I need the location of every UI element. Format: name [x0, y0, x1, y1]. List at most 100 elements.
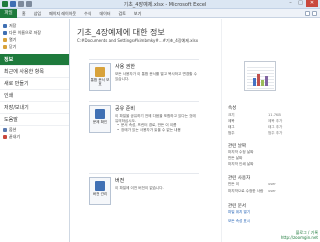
tab-insert[interactable]: 삽입	[34, 9, 41, 18]
sidebar-item-new[interactable]: 새로 만들기	[0, 78, 69, 90]
related-docs-heading: 관련 문서	[228, 204, 246, 209]
section-text: 이 파일에 이전 버전이 없습니다.	[115, 186, 164, 190]
versions-section: 버전 관리 버전 이 파일에 이전 버전이 없습니다.	[89, 173, 199, 209]
redo-icon[interactable]	[26, 1, 32, 7]
property-key: 만든 날짜	[228, 156, 243, 160]
tab-formulas[interactable]: 수식	[84, 9, 91, 18]
close-button[interactable]: ✕	[306, 0, 318, 7]
sidebar-item-help[interactable]: 도움말	[0, 114, 69, 126]
file-path: C:#Documents and Settings#kimbmky#...#기초…	[77, 38, 199, 43]
property-key: 마지막으로 수정한 사람	[228, 189, 264, 193]
property-row: 제목 제목 추가	[228, 119, 320, 124]
open-file-location-link[interactable]: 파일 위치 열기	[228, 210, 250, 215]
property-key: 크기	[228, 113, 235, 117]
sidebar-item-open[interactable]: 열기	[0, 36, 69, 43]
sidebar-item-close[interactable]: 닫기	[0, 43, 69, 50]
minimize-button[interactable]: –	[286, 0, 295, 7]
property-value: user	[268, 189, 276, 193]
folder-icon	[3, 37, 7, 42]
sidebar-item-save-send[interactable]: 저장/보내기	[0, 102, 69, 114]
property-value: user	[268, 182, 276, 186]
thumbnail-chart-bar	[253, 78, 256, 86]
sidebar-item-print[interactable]: 인쇄	[0, 90, 69, 102]
section-heading: 버전	[115, 178, 125, 184]
sidebar-item-save[interactable]: 저장	[0, 22, 69, 29]
property-row: 마지막으로 수정한 사람 user	[228, 189, 320, 194]
check-issues-button[interactable]: 문제 확인	[89, 105, 111, 133]
save-icon[interactable]	[10, 1, 16, 7]
property-row: 마지막 인쇄 날짜	[228, 162, 320, 167]
property-key: 제목	[228, 119, 235, 123]
watermark: 블로그 / 기록 http://zoomgin.net	[281, 230, 318, 240]
related-dates-heading: 관련 날짜	[228, 144, 246, 149]
sidebar-item-label: 옵션	[9, 126, 17, 132]
versions-icon	[95, 181, 105, 191]
properties-pane: 속성 크기 11.7KB 제목 제목 추가 태그 태그 추가 범주 범주 추가 …	[221, 19, 320, 242]
property-row: 만든 이 user	[228, 182, 320, 187]
ribbon-tab-row: 파일 홈 삽입 페이지 레이아웃 수식 데이터 검토 보기	[0, 9, 320, 18]
ribbon-right-controls	[305, 11, 317, 16]
sidebar-item-label: 열기	[9, 36, 17, 42]
undo-icon[interactable]	[18, 1, 24, 7]
property-value[interactable]: 태그 추가	[268, 125, 282, 130]
tab-page-layout[interactable]: 페이지 레이아웃	[49, 9, 76, 18]
property-value[interactable]: 범주 추가	[268, 131, 282, 136]
tab-file[interactable]: 파일	[0, 9, 17, 18]
tab-view[interactable]: 보기	[134, 9, 141, 18]
property-key: 마지막 인쇄 날짜	[228, 162, 254, 166]
button-label: 문제 확인	[92, 120, 108, 124]
quick-access-toolbar	[2, 1, 32, 7]
tab-home[interactable]: 홈	[22, 9, 26, 18]
sidebar-item-exit[interactable]: 끝내기	[0, 133, 69, 140]
property-row: 크기 11.7KB	[228, 113, 320, 118]
prepare-sharing-section: 문제 확인 공유 준비 이 파일을 공유하기 전에 다음을 포함하고 있다는 것…	[89, 101, 199, 159]
info-panel: 기초_4장예제에 대한 정보 C:#Documents and Settings…	[71, 19, 320, 242]
property-key: 만든 이	[228, 182, 240, 186]
section-heading: 사용 권한	[115, 64, 135, 70]
property-key: 태그	[228, 125, 235, 129]
page-title: 기초_4장예제에 대한 정보	[77, 28, 165, 37]
manage-versions-button[interactable]: 버전 관리	[89, 177, 111, 205]
section-text: 이 파일을 공유하기 전에 다음을 포함하고 있다는 것에 유의하십시오.	[115, 114, 196, 123]
property-value: 11.7KB	[268, 113, 281, 117]
sidebar-item-label: 끝내기	[9, 133, 21, 139]
property-row: 태그 태그 추가	[228, 125, 320, 130]
thumbnail-chart-bar	[261, 80, 264, 86]
options-icon	[3, 127, 7, 132]
ribbon-minimize-icon[interactable]	[312, 11, 317, 16]
show-all-properties-link[interactable]: 모든 속성 표시	[228, 219, 250, 224]
sidebar-item-options[interactable]: 옵션	[0, 126, 69, 133]
excel-app-icon[interactable]	[2, 1, 8, 7]
button-label: 통합 문서 보호	[90, 78, 110, 86]
lock-icon	[95, 67, 105, 77]
thumbnail-chart-bar	[265, 76, 268, 86]
sidebar-item-info[interactable]: 정보	[0, 54, 69, 66]
tab-review[interactable]: 검토	[119, 9, 126, 18]
property-row: 마지막 수정 날짜	[228, 150, 320, 155]
list-item: 장애가 있는 사용자가 읽을 수 없는 내용	[115, 128, 199, 133]
section-heading: 공유 준비	[115, 106, 135, 112]
help-icon[interactable]	[305, 11, 310, 16]
save-as-icon	[3, 30, 7, 35]
related-people-heading: 관련 사용자	[228, 176, 251, 181]
document-thumbnail	[244, 61, 276, 91]
property-row: 만든 날짜	[228, 156, 320, 161]
maximize-button[interactable]: □	[296, 0, 305, 7]
properties-heading[interactable]: 속성	[228, 105, 236, 111]
section-text: 모든 사용자가 이 통합 문서를 열고 복사하고 변경할 수 있습니다.	[115, 72, 197, 81]
exit-icon	[3, 134, 7, 139]
protect-workbook-button[interactable]: 통합 문서 보호	[89, 63, 111, 91]
title-bar: 기초_4장예제.xlsx - Microsoft Excel – □ ✕	[0, 0, 320, 9]
watermark-url: http://zoomgin.net	[280, 235, 318, 240]
property-key: 마지막 수정 날짜	[228, 150, 254, 154]
tab-data[interactable]: 데이터	[99, 9, 110, 18]
sidebar-item-label: 다른 이름으로 저장	[9, 29, 41, 35]
property-value[interactable]: 제목 추가	[268, 119, 282, 124]
window-title: 기초_4장예제.xlsx - Microsoft Excel	[123, 2, 207, 8]
sidebar-item-save-as[interactable]: 다른 이름으로 저장	[0, 29, 69, 36]
property-row: 범주 범주 추가	[228, 131, 320, 136]
sidebar-item-recent[interactable]: 최근에 사용한 항목	[0, 66, 69, 78]
ribbon-tabs: 홈 삽입 페이지 레이아웃 수식 데이터 검토 보기	[22, 9, 141, 18]
thumbnail-chart-bar	[257, 74, 260, 86]
permissions-section: 통합 문서 보호 사용 권한 모든 사용자가 이 통합 문서를 열고 복사하고 …	[89, 59, 199, 97]
